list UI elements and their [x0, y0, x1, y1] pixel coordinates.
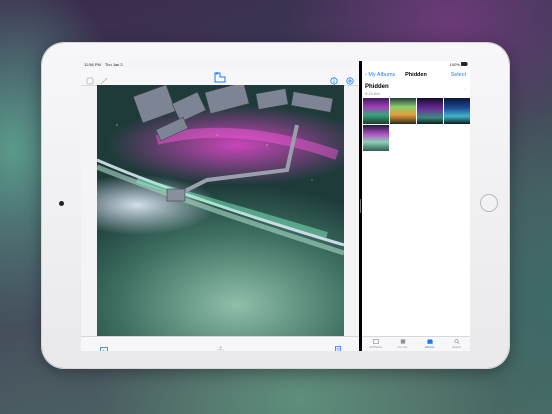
chevron-left-icon: ‹ [365, 71, 367, 78]
tab-all-photos[interactable]: All Photos [365, 337, 387, 349]
photos-icon [372, 339, 379, 344]
image-icon[interactable] [100, 341, 108, 351]
tab-label: All Photos [369, 345, 382, 349]
battery-status: 100% [450, 62, 468, 67]
document-icon[interactable] [335, 341, 341, 351]
home-button[interactable] [480, 194, 498, 212]
thumbnail-grid [363, 98, 470, 151]
back-button[interactable]: ‹ My Albums [365, 72, 395, 78]
share-icon[interactable] [217, 341, 224, 351]
albums-icon [426, 339, 433, 344]
status-time: 11:56 PM [84, 62, 101, 67]
album-section-subtitle: 9:43 AM [365, 91, 380, 96]
select-button[interactable]: Select [451, 72, 466, 78]
ipad-frame: 11:56 PM Thu Jan 2 100% ‹ My Albums Phid… [42, 43, 509, 368]
status-date: Thu Jan 2 [104, 62, 123, 67]
chevron-right-icon[interactable]: › [464, 86, 466, 92]
photo-bottom-toolbar [81, 336, 359, 351]
add-icon[interactable] [346, 72, 354, 90]
sticker-icon[interactable] [86, 72, 94, 90]
tab-label: Search [452, 345, 461, 349]
screen: 11:56 PM Thu Jan 2 100% ‹ My Albums Phid… [81, 61, 470, 351]
tab-albums[interactable]: Albums [419, 337, 441, 349]
tab-label: For You [397, 345, 408, 349]
tab-bar: All Photos For You Albums Search [362, 336, 470, 351]
thumbnail-aurora-orange-green[interactable] [390, 98, 416, 124]
battery-percentage: 100% [449, 62, 460, 67]
thumbnail-aurora-purple[interactable] [417, 98, 443, 124]
photo-viewer-pane: 11:56 PM Thu Jan 2 [81, 61, 359, 351]
album-pane: 100% ‹ My Albums Phidden Select Phidden … [362, 61, 470, 351]
album-section-header: Phidden [365, 84, 389, 90]
thumbnail-space-station-aurora[interactable] [363, 125, 389, 151]
tab-search[interactable]: Search [446, 337, 468, 349]
split-view-handle[interactable] [360, 199, 361, 213]
back-label: My Albums [368, 71, 396, 78]
thumbnail-aurora-blue[interactable] [444, 98, 470, 124]
aurora-space-station-image [97, 85, 344, 256]
album-nav-bar: ‹ My Albums Phidden Select [362, 68, 470, 81]
battery-icon [461, 62, 468, 66]
for-you-icon [400, 339, 405, 344]
main-photo[interactable] [97, 85, 344, 336]
search-icon [454, 339, 459, 344]
thumbnail-aurora-green-purple[interactable] [363, 98, 389, 124]
photo-toolbar [81, 68, 359, 86]
status-bar: 11:56 PM Thu Jan 2 [81, 61, 359, 68]
tab-for-you[interactable]: For You [392, 337, 414, 349]
tab-label: Albums [424, 345, 435, 349]
camera-dot [59, 201, 64, 206]
